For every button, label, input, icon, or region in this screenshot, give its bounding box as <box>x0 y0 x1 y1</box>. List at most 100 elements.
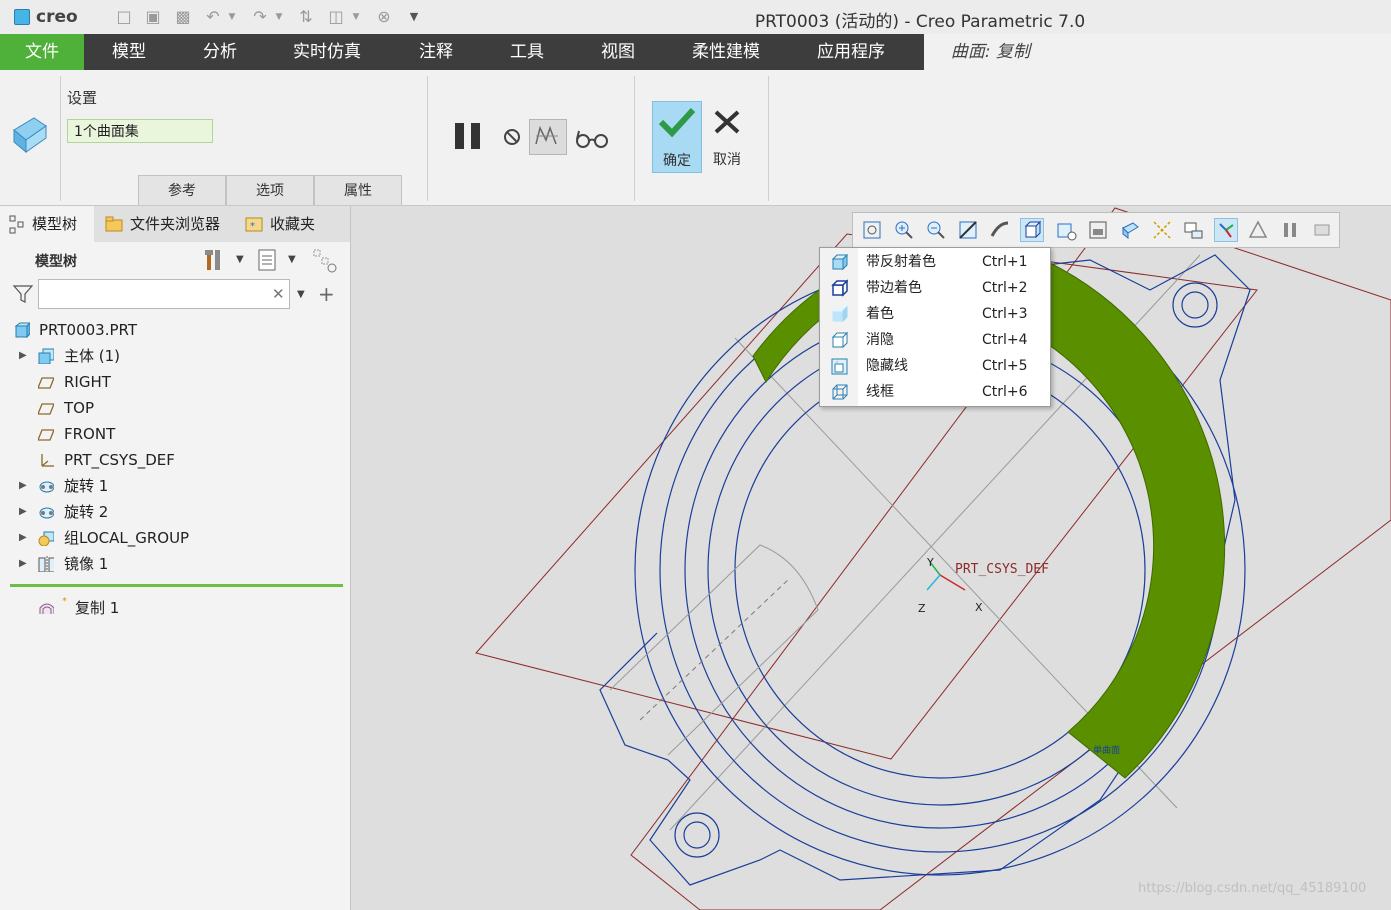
tree-item[interactable]: PRT0003.PRT <box>0 317 345 343</box>
tree-item-label: 镜像 1 <box>64 555 109 573</box>
display-style-icon[interactable] <box>1020 218 1044 242</box>
wireframe-icon <box>832 384 848 400</box>
tree-item-label: 旋转 2 <box>64 503 109 521</box>
tree-item[interactable]: TOP <box>0 395 345 421</box>
csys-x-axis <box>939 574 966 591</box>
tree-item[interactable]: ▶ 组LOCAL_GROUP <box>0 525 345 551</box>
display-style-option[interactable]: 隐藏线 Ctrl+5 <box>820 353 1050 379</box>
close-icon <box>714 110 740 134</box>
group-icon <box>38 531 54 546</box>
insert-here-marker[interactable] <box>10 584 343 587</box>
expand-arrow-icon[interactable]: ▶ <box>19 473 29 499</box>
model-tree-panel: 模型树 文件夹浏览器 * 收藏夹 模型树 ▼ ▼ ✕ ▼ + PRT0003.P… <box>0 206 351 910</box>
datum-plane-icon <box>38 403 54 415</box>
display-style-menu: 带反射着色 Ctrl+1 带边着色 Ctrl+2 着色 Ctrl+3 消隐 Ctrl+4 隐藏线… <box>819 247 1051 407</box>
tree-item[interactable]: FRONT <box>0 421 345 447</box>
repaint-icon[interactable] <box>957 219 979 241</box>
subtab-options[interactable]: 选项 <box>226 175 314 205</box>
tree-item[interactable]: ▶ 旋转 1 <box>0 473 345 499</box>
surface-copy-feature-icon <box>13 117 47 154</box>
part-icon <box>14 322 30 338</box>
csys-z-axis <box>926 574 941 591</box>
view-manager-icon[interactable] <box>1087 219 1109 241</box>
expand-arrow-icon[interactable]: ▶ <box>19 499 29 525</box>
annotation-display-icon[interactable] <box>1183 219 1205 241</box>
tab-favorites[interactable]: * 收藏夹 <box>236 206 336 242</box>
surface-tag: 单曲面 <box>1093 744 1120 756</box>
show-dropdown-icon[interactable]: ▼ <box>288 254 296 265</box>
zoom-out-icon[interactable] <box>925 219 947 241</box>
tree-item[interactable]: RIGHT <box>0 369 345 395</box>
settings-dropdown-icon[interactable]: ▼ <box>236 254 244 265</box>
tab-analysis[interactable]: 分析 <box>174 34 266 70</box>
ok-label: 确定 <box>663 153 691 169</box>
show-list-icon[interactable] <box>256 248 280 272</box>
no-preview-icon[interactable] <box>502 127 522 147</box>
mirror-icon <box>38 556 54 572</box>
subtab-references[interactable]: 参考 <box>138 175 226 205</box>
perspective-icon[interactable] <box>989 219 1011 241</box>
tab-surface-copy[interactable]: 曲面: 复制 <box>924 34 1057 70</box>
add-filter-icon[interactable]: + <box>318 282 335 306</box>
tab-live-simulation[interactable]: 实时仿真 <box>266 34 388 70</box>
cancel-button[interactable]: 取消 <box>704 101 750 173</box>
tab-applications[interactable]: 应用程序 <box>786 34 916 70</box>
spin-center-icon[interactable] <box>1214 218 1238 242</box>
tree-item[interactable]: ▶ 主体 (1) <box>0 343 345 369</box>
tree-item[interactable]: PRT_CSYS_DEF <box>0 447 345 473</box>
ribbon-tab-bar: 文件 模型 分析 实时仿真 注释 工具 视图 柔性建模 应用程序 曲面: 复制 <box>0 34 1391 70</box>
subtab-properties[interactable]: 属性 <box>314 175 402 205</box>
appearance-icon[interactable] <box>1247 219 1269 241</box>
display-style-option[interactable]: 着色 Ctrl+3 <box>820 301 1050 327</box>
settings-tools-icon[interactable] <box>203 248 227 272</box>
tree-item[interactable]: ▶ 旋转 2 <box>0 499 345 525</box>
option-shortcut: Ctrl+6 <box>982 384 1028 400</box>
datum-display-icon[interactable] <box>1151 219 1173 241</box>
tab-flexible-modeling[interactable]: 柔性建模 <box>666 34 786 70</box>
tree-item-label: 复制 1 <box>75 599 120 617</box>
tab-model[interactable]: 模型 <box>84 34 174 70</box>
hide-gray-icon[interactable] <box>1311 219 1333 241</box>
new-item-marker-icon: * <box>62 596 67 607</box>
tree-item[interactable]: ▶ 镜像 1 <box>0 551 345 577</box>
clear-search-icon[interactable]: ✕ <box>272 285 285 303</box>
tab-view[interactable]: 视图 <box>570 34 666 70</box>
display-style-option[interactable]: 消隐 Ctrl+4 <box>820 327 1050 353</box>
tab-folder-browser[interactable]: 文件夹浏览器 <box>96 206 234 242</box>
svg-text:*: * <box>250 221 255 232</box>
shading-edges-icon <box>831 279 848 297</box>
tab-file[interactable]: 文件 <box>0 34 84 70</box>
zoom-in-icon[interactable] <box>893 219 915 241</box>
refit-icon[interactable] <box>861 219 883 241</box>
option-shortcut: Ctrl+5 <box>982 358 1028 374</box>
expand-arrow-icon[interactable]: ▶ <box>19 551 29 577</box>
ok-button[interactable]: 确定 <box>652 101 702 173</box>
display-style-option[interactable]: 带边着色 Ctrl+2 <box>820 275 1050 301</box>
display-style-option[interactable]: 线框 Ctrl+6 <box>820 379 1050 405</box>
expand-arrow-icon[interactable]: ▶ <box>19 343 29 369</box>
tree-item-new-feature[interactable]: * 复制 1 <box>0 595 345 621</box>
tab-model-tree[interactable]: 模型树 <box>0 206 94 242</box>
pause-icon[interactable] <box>452 121 486 151</box>
search-dropdown-icon[interactable]: ▼ <box>297 289 305 300</box>
favorites-icon: * <box>245 217 263 232</box>
sections-icon[interactable] <box>1119 219 1141 241</box>
option-shortcut: Ctrl+2 <box>982 280 1028 296</box>
tab-annotate[interactable]: 注释 <box>388 34 484 70</box>
verify-glasses-icon[interactable] <box>575 128 611 150</box>
tab-tools[interactable]: 工具 <box>484 34 570 70</box>
filter-icon[interactable] <box>12 284 34 304</box>
tree-filter-view-icon[interactable] <box>312 248 340 274</box>
expand-arrow-icon[interactable]: ▶ <box>19 525 29 551</box>
checkmark-icon <box>658 107 696 138</box>
option-label: 消隐 <box>866 332 894 348</box>
pause-regen-icon[interactable] <box>1279 219 1301 241</box>
geometry-preview-toggle[interactable] <box>529 119 567 155</box>
csys-z-label: Z <box>918 602 926 615</box>
revolve-icon <box>39 507 54 519</box>
option-label: 线框 <box>866 384 894 400</box>
saved-orientations-icon[interactable] <box>1055 219 1077 241</box>
tree-search-input[interactable] <box>38 279 290 309</box>
display-style-option[interactable]: 带反射着色 Ctrl+1 <box>820 249 1050 275</box>
surface-set-collector[interactable]: 1个曲面集 <box>67 119 213 143</box>
